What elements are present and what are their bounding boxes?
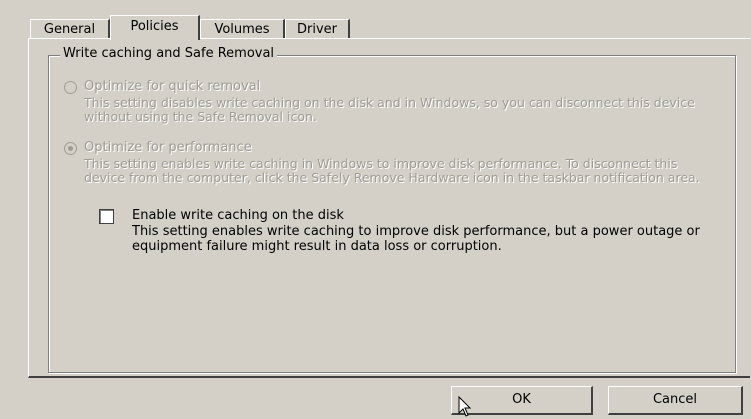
cancel-button[interactable]: Cancel	[608, 386, 743, 415]
quick-removal-label: Optimize for quick removal	[84, 79, 261, 94]
mouse-pointer-icon	[458, 396, 472, 417]
tab-volumes[interactable]: Volumes	[200, 19, 285, 39]
group-title: Write caching and Safe Removal	[60, 46, 278, 61]
performance-radio[interactable]	[64, 142, 77, 155]
ok-button[interactable]: OK	[451, 386, 593, 415]
tab-driver[interactable]: Driver	[285, 19, 350, 39]
radio-selected-dot	[68, 146, 73, 151]
write-cache-description: This setting enables write caching to im…	[132, 224, 700, 254]
write-cache-checkbox[interactable]	[99, 209, 114, 224]
performance-description: This setting enables write caching in Wi…	[84, 156, 700, 185]
write-cache-label: Enable write caching on the disk	[132, 208, 344, 223]
performance-label: Optimize for performance	[84, 140, 252, 155]
tab-general[interactable]: General	[30, 19, 110, 39]
quick-removal-description: This setting disables write caching on t…	[84, 95, 695, 124]
quick-removal-radio[interactable]	[64, 81, 77, 94]
tab-policies[interactable]: Policies	[110, 15, 200, 40]
